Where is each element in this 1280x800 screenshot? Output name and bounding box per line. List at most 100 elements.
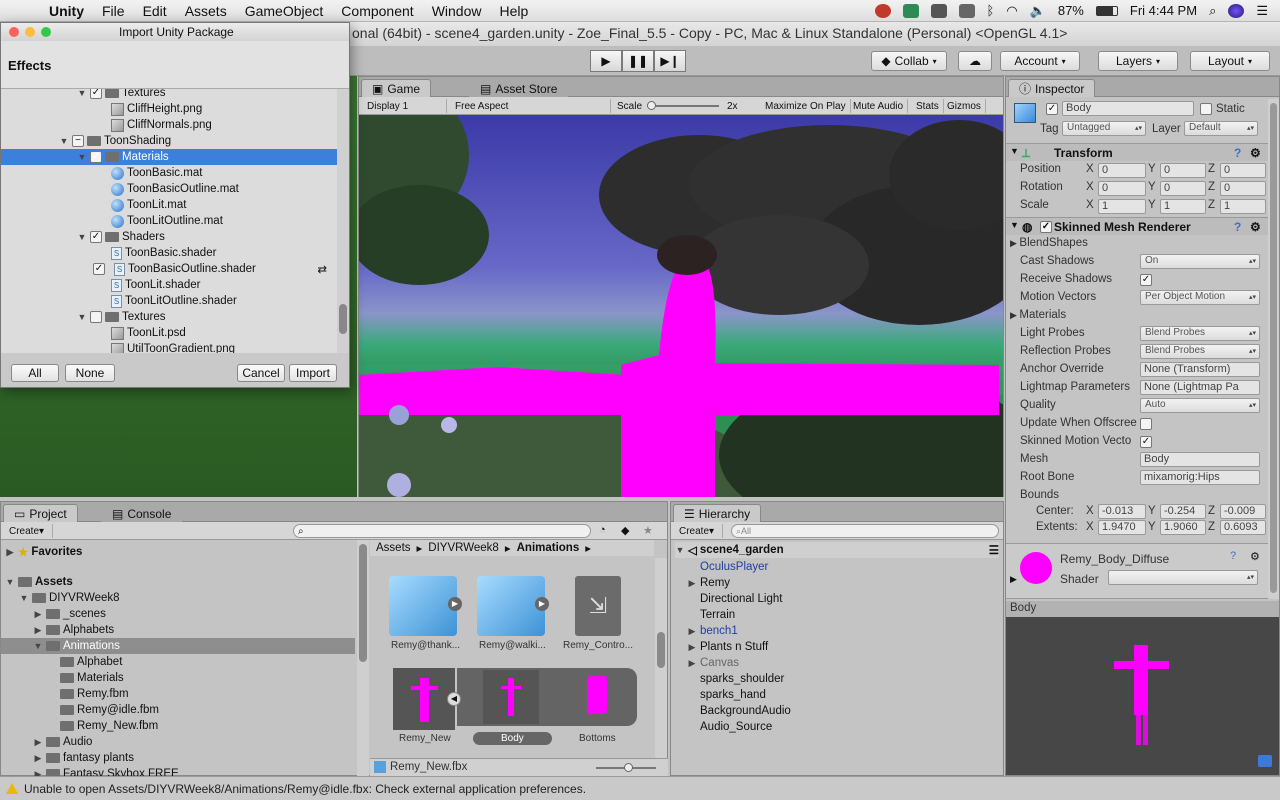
- project-tree-item[interactable]: ▼ DIYVRWeek8: [1, 590, 355, 606]
- gear-icon[interactable]: ⚙: [1250, 550, 1260, 563]
- body-mesh-thumbnail[interactable]: [483, 670, 539, 724]
- fold-triangle-icon[interactable]: ▼: [77, 312, 87, 322]
- import-tree-item[interactable]: ToonBasic.mat: [1, 165, 337, 181]
- import-checkbox[interactable]: ✓: [90, 151, 102, 163]
- import-checkbox[interactable]: ✓: [93, 263, 105, 275]
- tab-hierarchy[interactable]: ☰ Hierarchy: [673, 504, 762, 522]
- fold-triangle-icon[interactable]: ▶: [33, 609, 43, 620]
- import-tree-scrollbar[interactable]: [337, 89, 349, 353]
- project-tree-scrollbar[interactable]: [357, 540, 369, 776]
- project-tree-item[interactable]: Remy@idle.fbm: [1, 702, 355, 718]
- smr-prop-checkbox[interactable]: ✓: [1140, 274, 1152, 286]
- menu-help[interactable]: Help: [490, 3, 537, 19]
- notifications-icon[interactable]: ☰: [1256, 3, 1268, 19]
- hierarchy-item[interactable]: sparks_hand: [687, 687, 766, 703]
- smr-prop-checkbox[interactable]: [1140, 418, 1152, 430]
- project-tree-item[interactable]: Materials: [1, 670, 355, 686]
- animator-controller-icon[interactable]: ⇲: [575, 576, 621, 636]
- wifi-icon[interactable]: ◠: [1006, 3, 1017, 19]
- collab-button[interactable]: ◆ Collab ▾: [871, 51, 947, 71]
- smr-prop-checkbox[interactable]: ✓: [1140, 436, 1152, 448]
- object-name-field[interactable]: Body: [1062, 101, 1194, 116]
- stats-toggle[interactable]: Stats: [912, 99, 944, 113]
- transform-y-field[interactable]: 1: [1160, 199, 1206, 214]
- asset-label-icon[interactable]: [1258, 755, 1272, 767]
- help-icon[interactable]: ?: [1234, 146, 1241, 160]
- smr-enabled-checkbox[interactable]: ✓: [1040, 221, 1052, 233]
- tab-asset-store[interactable]: ▤ Asset Store: [469, 79, 569, 97]
- volume-icon[interactable]: 🔈: [1030, 3, 1046, 19]
- menu-window[interactable]: Window: [423, 3, 491, 19]
- import-tree-item[interactable]: CliffNormals.png: [1, 117, 337, 133]
- scrollbar-thumb[interactable]: [1270, 103, 1277, 593]
- status-bar[interactable]: Unable to open Assets/DIYVRWeek8/Animati…: [0, 776, 1280, 800]
- mesh-preview[interactable]: [1006, 617, 1279, 775]
- center-x-field[interactable]: -0.013: [1098, 504, 1146, 519]
- fold-triangle-icon[interactable]: ▼: [5, 577, 15, 587]
- all-button[interactable]: All: [11, 364, 59, 382]
- none-button[interactable]: None: [65, 364, 115, 382]
- icon-size-slider[interactable]: [596, 763, 656, 772]
- fbx-asset-icon[interactable]: [389, 576, 457, 636]
- import-tree-item[interactable]: S ToonBasic.shader: [1, 245, 337, 261]
- transform-x-field[interactable]: 0: [1098, 163, 1146, 178]
- hierarchy-item[interactable]: Audio_Source: [687, 719, 772, 735]
- smr-prop-object-field[interactable]: None (Lightmap Pa: [1140, 380, 1260, 395]
- transform-x-field[interactable]: 1: [1098, 199, 1146, 214]
- hierarchy-item[interactable]: Terrain: [687, 607, 735, 623]
- center-z-field[interactable]: -0.009: [1220, 504, 1266, 519]
- docker-icon[interactable]: [930, 3, 947, 18]
- center-y-field[interactable]: -0.254: [1160, 504, 1206, 519]
- import-checkbox[interactable]: ✓: [90, 89, 102, 99]
- active-checkbox[interactable]: ✓: [1046, 103, 1058, 115]
- preview-header[interactable]: Body: [1006, 601, 1279, 617]
- extents-y-field[interactable]: 1.9060: [1160, 520, 1206, 535]
- transform-x-field[interactable]: 0: [1098, 181, 1146, 196]
- transform-z-field[interactable]: 1: [1220, 199, 1266, 214]
- scrollbar-thumb[interactable]: [359, 544, 367, 662]
- display-dropdown[interactable]: Display 1: [363, 99, 447, 113]
- battery-icon[interactable]: [1095, 5, 1118, 16]
- menu-gameobject[interactable]: GameObject: [236, 3, 333, 19]
- hierarchy-item[interactable]: ▶ bench1: [687, 623, 738, 639]
- tab-project[interactable]: ▭ Project: [3, 504, 78, 522]
- blendshapes-foldout[interactable]: ▶ BlendShapes: [1010, 237, 1088, 249]
- project-tree-item[interactable]: Alphabet: [1, 654, 355, 670]
- menu-edit[interactable]: Edit: [134, 3, 176, 19]
- import-tree-item[interactable]: S ToonLit.shader: [1, 277, 337, 293]
- breadcrumb-animations[interactable]: Animations: [517, 542, 580, 554]
- fbx-thumbnail[interactable]: [393, 668, 455, 730]
- maximize-on-play-toggle[interactable]: Maximize On Play: [761, 99, 851, 113]
- fold-triangle-icon[interactable]: ▶: [33, 737, 43, 748]
- search-icon[interactable]: ⌕: [1209, 3, 1216, 19]
- pause-button[interactable]: ❚❚: [622, 50, 654, 72]
- menu-component[interactable]: Component: [332, 3, 422, 19]
- expand-asset-icon[interactable]: ▶: [535, 597, 549, 611]
- scrollbar-thumb[interactable]: [339, 304, 347, 334]
- create-dropdown[interactable]: Create ▾: [675, 524, 723, 538]
- smr-prop-dropdown[interactable]: Auto: [1140, 398, 1260, 413]
- scrollbar-thumb[interactable]: [657, 632, 665, 668]
- aspect-dropdown[interactable]: Free Aspect: [451, 99, 611, 113]
- gizmos-dropdown[interactable]: Gizmos: [943, 99, 986, 113]
- hierarchy-item[interactable]: Directional Light: [687, 591, 782, 607]
- sub-asset-label-selected[interactable]: Body: [473, 732, 552, 745]
- import-tree-item[interactable]: ▼ ✓ Shaders: [1, 229, 337, 245]
- gear-icon[interactable]: ⚙: [1250, 146, 1261, 160]
- menu-assets[interactable]: Assets: [176, 3, 236, 19]
- evernote-icon[interactable]: [902, 3, 919, 18]
- project-tree-item[interactable]: ▶ Alphabets: [1, 622, 355, 638]
- asset-grid-scrollbar[interactable]: [655, 558, 667, 758]
- fold-triangle-icon[interactable]: ▶: [33, 625, 43, 636]
- fold-triangle-icon[interactable]: ▼: [59, 136, 69, 146]
- import-tree-item[interactable]: CliffHeight.png: [1, 101, 337, 117]
- help-icon[interactable]: ?: [1234, 220, 1241, 234]
- favorites-item[interactable]: ▶ ★ Favorites: [5, 544, 83, 560]
- fold-triangle-icon[interactable]: ▶: [687, 658, 697, 669]
- favorite-star-icon[interactable]: ★: [643, 524, 653, 537]
- help-icon[interactable]: ?: [1230, 550, 1236, 562]
- battery-percent[interactable]: 87%: [1058, 3, 1084, 18]
- breadcrumb-assets[interactable]: Assets: [376, 542, 411, 554]
- shader-dropdown[interactable]: [1108, 570, 1258, 585]
- filter-label-icon[interactable]: ◆: [621, 524, 629, 537]
